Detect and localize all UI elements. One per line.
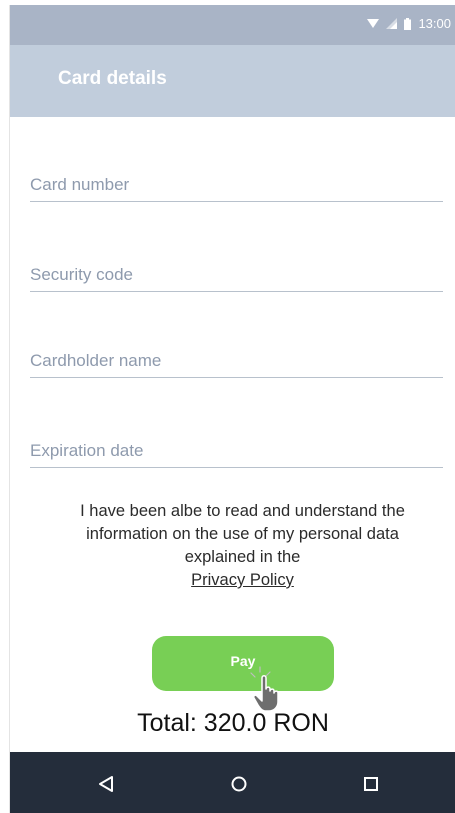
- cardholder-name-input[interactable]: [30, 351, 443, 371]
- card-number-field[interactable]: [30, 168, 443, 202]
- home-icon[interactable]: [225, 770, 253, 798]
- hand-cursor-icon: [250, 665, 290, 713]
- card-number-input[interactable]: [30, 175, 443, 195]
- privacy-policy-link[interactable]: Privacy Policy: [191, 571, 294, 589]
- status-bar: 13:00: [10, 5, 455, 45]
- phone-screen: 13:00 Card details I have been albe to r…: [9, 5, 455, 813]
- battery-icon: [404, 17, 412, 30]
- screen-frame: 13:00 Card details I have been albe to r…: [0, 0, 455, 813]
- privacy-consent-text: I have been albe to read and understand …: [50, 500, 435, 592]
- signal-icon: [386, 18, 398, 29]
- status-time: 13:00: [418, 16, 451, 31]
- consent-text: I have been albe to read and understand …: [80, 502, 405, 566]
- cardholder-name-field[interactable]: [30, 344, 443, 378]
- recents-icon[interactable]: [357, 770, 385, 798]
- expiration-date-input[interactable]: [30, 441, 443, 461]
- app-bar: Card details: [10, 45, 455, 117]
- security-code-field[interactable]: [30, 258, 443, 292]
- status-icons: 13:00: [367, 16, 451, 31]
- security-code-input[interactable]: [30, 265, 443, 285]
- wifi-icon: [367, 18, 380, 29]
- pay-button[interactable]: Pay: [152, 636, 334, 691]
- total-amount: Total: 320.0 RON: [137, 709, 329, 737]
- expiration-date-field[interactable]: [30, 434, 443, 468]
- page-title: Card details: [58, 68, 167, 89]
- back-icon[interactable]: [92, 770, 120, 798]
- system-navigation-bar: [10, 752, 455, 813]
